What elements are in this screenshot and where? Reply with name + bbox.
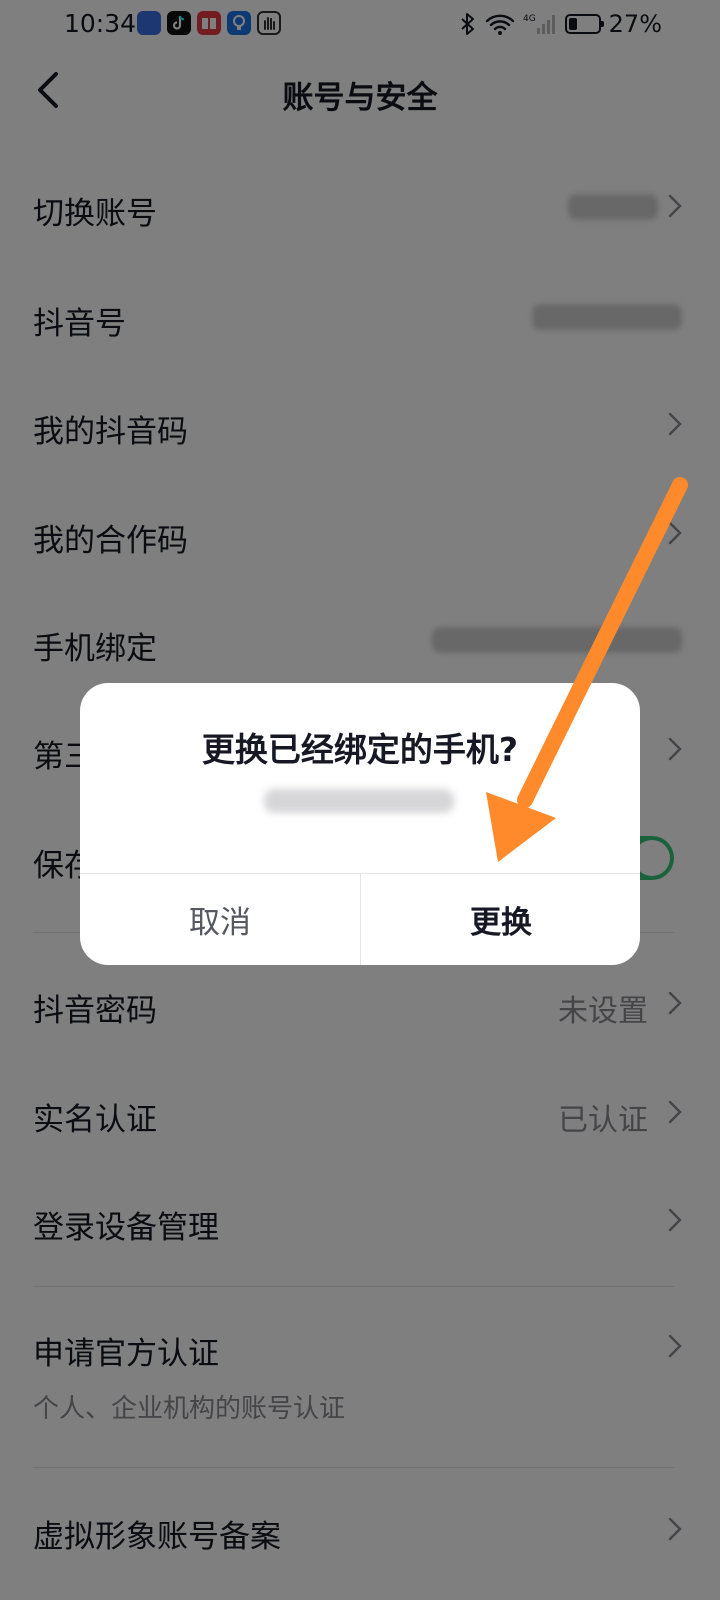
cancel-button[interactable]: 取消 (80, 874, 360, 965)
obscured-phone-number (264, 789, 454, 813)
account-security-screen: 10:34 4G 27% (0, 0, 720, 1600)
dialog-title: 更换已经绑定的手机? (201, 730, 519, 769)
confirm-change-button[interactable]: 更换 (361, 874, 640, 965)
change-phone-dialog: 更换已经绑定的手机? 取消 更换 (80, 683, 640, 965)
